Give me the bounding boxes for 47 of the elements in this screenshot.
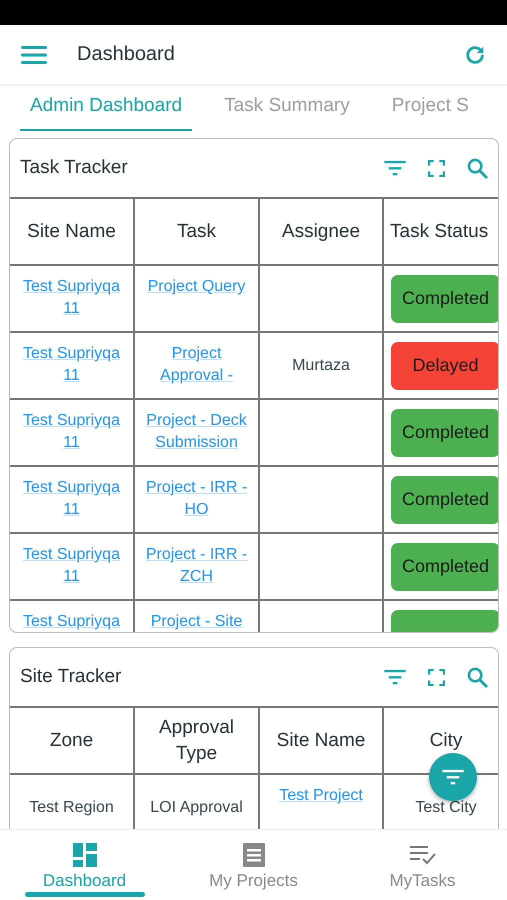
task-link[interactable]: Project - Deck Submission [139, 410, 254, 454]
filter-icon[interactable] [384, 669, 406, 685]
column-header: Approval Type [135, 708, 260, 773]
search-icon[interactable] [467, 666, 488, 688]
site-link[interactable]: Test Supriyqa 11 [14, 477, 129, 521]
tab[interactable]: Admin Dashboard [20, 85, 192, 131]
nav-item[interactable]: My Projects [169, 830, 338, 900]
column-header: Assignee [260, 199, 384, 264]
site-link[interactable]: Test Supriyqa 11 [14, 410, 129, 454]
filter-icon [442, 769, 464, 785]
fullscreen-icon[interactable] [428, 668, 445, 686]
site-link[interactable]: Test Supriyqa 11 [14, 276, 129, 320]
search-icon[interactable] [467, 158, 488, 178]
status-badge: Completed [391, 476, 498, 524]
column-header: Task [135, 199, 260, 264]
fullscreen-icon[interactable] [428, 160, 445, 176]
menu-icon[interactable] [21, 46, 47, 64]
nav-item[interactable]: MyTasks [338, 830, 507, 900]
site-link[interactable]: Test Project [279, 785, 363, 807]
grid-icon [72, 843, 96, 867]
tab[interactable]: Task Summary [214, 85, 360, 129]
filter-icon[interactable] [384, 160, 406, 176]
task-link[interactable]: Project Approval - [139, 343, 254, 387]
column-header: Zone [10, 708, 135, 773]
task-link[interactable]: Project - IRR - ZCH [139, 544, 254, 588]
status-badge: Delayed [391, 342, 498, 390]
column-header: Site Name [260, 708, 384, 773]
site-link[interactable]: Test Supriyqa 11 [14, 343, 129, 387]
column-header: Site Name [10, 199, 135, 264]
status-badge: Completed [391, 274, 498, 322]
assignee-text: Murtaza [292, 356, 350, 374]
nav-item[interactable]: Dashboard [0, 830, 169, 900]
status-badge: Completed [391, 408, 498, 456]
card-title: Site Tracker [20, 666, 122, 688]
page-title: Dashboard [77, 43, 176, 66]
checklist-icon [410, 845, 436, 865]
site-link[interactable]: Test Supriyqa 11 [14, 544, 129, 588]
status-badge: Completed [391, 542, 498, 590]
tab[interactable]: Project S [382, 85, 479, 129]
refresh-icon[interactable] [464, 44, 486, 66]
task-link[interactable]: Project Query [148, 276, 246, 298]
document-icon [242, 843, 266, 867]
column-header: Task Status [384, 199, 498, 264]
site-link[interactable]: Test Supriyqa [23, 611, 120, 632]
card-title: Task Tracker [20, 157, 129, 179]
task-link[interactable]: Project - IRR - HO [139, 477, 254, 521]
task-link[interactable]: Project - Site [150, 611, 242, 632]
